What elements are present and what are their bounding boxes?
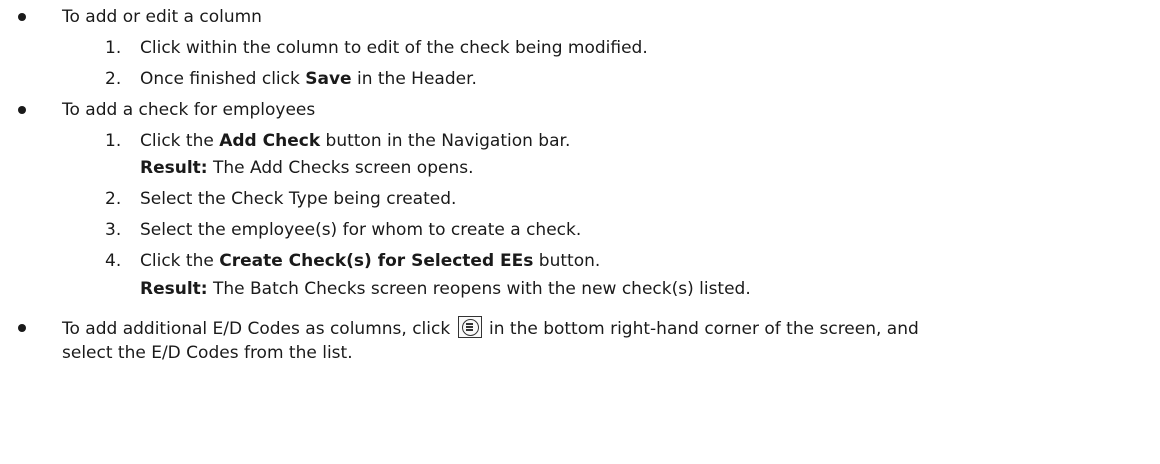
bullet-3 [18, 324, 26, 332]
step-text: Click the Add Check button in the Naviga… [140, 131, 571, 151]
step-text: Click the Create Check(s) for Selected E… [140, 251, 601, 271]
step-text: Select the Check Type being created. [140, 189, 457, 209]
result-line: Result: The Batch Checks screen reopens … [140, 279, 751, 299]
bullet-2 [18, 106, 26, 114]
step-number: 2. [105, 69, 122, 89]
save-label: Save [305, 69, 352, 89]
step-number: 2. [105, 189, 122, 209]
step-text: Once finished click Save in the Header. [140, 69, 477, 89]
step-number: 1. [105, 131, 122, 151]
bullet-2-text: To add a check for employees [62, 100, 316, 120]
bullet-1-text: To add or edit a column [62, 7, 262, 27]
bullet-1 [18, 13, 26, 21]
bullet-3-continuation: select the E/D Codes from the list. [62, 343, 353, 363]
menu-list-icon [457, 316, 482, 338]
step-text: Click within the column to edit of the c… [140, 38, 648, 58]
step-number: 1. [105, 38, 122, 58]
bullet-3-text: To add additional E/D Codes as columns, … [62, 316, 919, 340]
create-checks-label: Create Check(s) for Selected EEs [219, 251, 534, 271]
result-line: Result: The Add Checks screen opens. [140, 158, 474, 178]
step-text: Select the employee(s) for whom to creat… [140, 220, 582, 240]
step-number: 4. [105, 251, 122, 271]
step-number: 3. [105, 220, 122, 240]
add-check-label: Add Check [219, 131, 321, 151]
